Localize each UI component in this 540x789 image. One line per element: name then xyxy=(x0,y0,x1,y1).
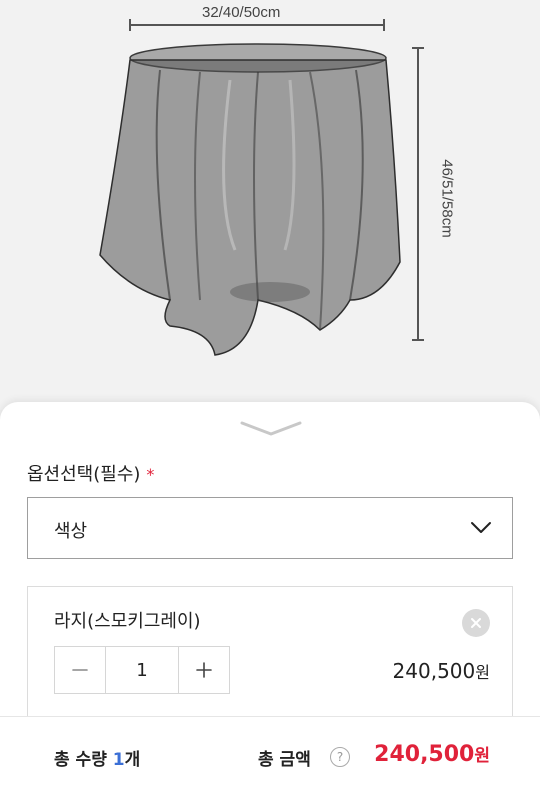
decrease-button[interactable] xyxy=(55,647,105,693)
select-value: 색상 xyxy=(54,521,88,542)
item-price-unit: 원 xyxy=(475,663,490,682)
close-icon xyxy=(471,618,481,628)
help-icon[interactable]: ? xyxy=(330,747,350,767)
collapse-handle[interactable] xyxy=(240,420,302,438)
total-amount-label: 총 금액 xyxy=(258,750,311,770)
total-quantity: 총 수량 1개 xyxy=(54,745,140,770)
item-price: 240,500원 xyxy=(393,659,490,683)
option-title-text: 옵션선택(필수) xyxy=(27,464,141,485)
total-amount-unit: 원 xyxy=(474,746,490,766)
item-name: 라지(스모키그레이) xyxy=(54,611,201,632)
minus-icon xyxy=(72,669,88,671)
item-price-value: 240,500 xyxy=(392,659,476,683)
increase-button[interactable] xyxy=(179,647,229,693)
total-qty-label: 총 수량 xyxy=(54,750,107,770)
height-dimension-label: 46/51/58cm xyxy=(438,159,456,238)
table-illustration xyxy=(99,19,424,356)
product-image: 32/40/50cm 46/51/58cm xyxy=(0,0,540,410)
required-mark: * xyxy=(146,465,155,484)
chevron-down-icon xyxy=(470,520,492,539)
width-dimension-label: 32/40/50cm xyxy=(202,4,281,21)
remove-item-button[interactable] xyxy=(462,609,490,637)
total-summary: 총 수량 1개 총 금액 ? 240,500원 xyxy=(0,716,540,789)
plus-icon xyxy=(196,662,212,678)
total-amount: 240,500원 xyxy=(374,741,490,767)
color-select[interactable]: 색상 xyxy=(27,497,513,559)
option-section-title: 옵션선택(필수) * xyxy=(27,460,154,486)
quantity-value[interactable]: 1 xyxy=(105,647,179,693)
total-qty-value: 1 xyxy=(112,750,125,770)
quantity-stepper: 1 xyxy=(54,646,230,694)
total-qty-unit: 개 xyxy=(124,750,141,770)
chevron-down-icon xyxy=(240,421,302,436)
option-bottom-sheet: 옵션선택(필수) * 색상 라지(스모키그레이) 1 240,500원 총 수량… xyxy=(0,402,540,789)
total-amount-value: 240,500 xyxy=(374,742,475,767)
